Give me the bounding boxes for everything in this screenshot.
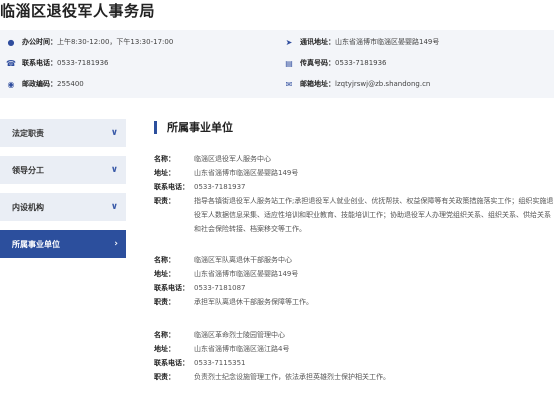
unit-address: 山东省淄博市临淄区淄江路4号: [194, 345, 290, 353]
chevron-down-icon: ∨: [110, 165, 118, 175]
unit-address-row: 地址： 山东省淄博市临淄区晏婴路149号: [154, 166, 554, 180]
unit-phone-row: 联系电话： 0533-7181937: [154, 180, 554, 194]
unit-name-row: 名称： 临淄区军队离退休干部服务中心: [154, 253, 554, 267]
phone-value: 0533-7181936: [57, 59, 109, 67]
postcode-label: 邮政编码：: [22, 80, 57, 88]
unit-name: 临淄区革命烈士陵园管理中心: [194, 331, 285, 339]
unit-phone: 0533-7181937: [194, 183, 246, 191]
email-value: lzqtyjrswj@zb.shandong.cn: [335, 80, 431, 88]
fax-row: ▤ 传真号码： 0533-7181936: [284, 54, 387, 72]
section-heading: 所属事业单位: [154, 119, 233, 135]
section-title: 所属事业单位: [167, 121, 233, 134]
unit-name: 临淄区退役军人服务中心: [194, 155, 271, 163]
location-pin-icon: ◉: [7, 79, 15, 89]
unit-address: 山东省淄博市临淄区晏婴路149号: [194, 270, 299, 278]
field-label: 联系电话：: [154, 284, 189, 292]
phone-icon: ☎: [6, 58, 16, 68]
sidebar-item-leadership[interactable]: 领导分工 ∨: [0, 156, 126, 184]
unit-phone: 0533-7115351: [194, 359, 246, 367]
unit-address-row: 地址： 山东省淄博市临淄区晏婴路149号: [154, 267, 554, 281]
contact-info-panel: ● 办公时间： 上午8:30-12:00，下午13:30-17:00 ➤ 通讯地…: [0, 30, 554, 98]
send-icon: ➤: [285, 37, 293, 47]
chevron-down-icon: ∨: [110, 202, 118, 212]
unit-card: 名称： 临淄区军队离退休干部服务中心 地址： 山东省淄博市临淄区晏婴路149号 联系…: [154, 253, 554, 309]
unit-card: 名称： 临淄区革命烈士陵园管理中心 地址： 山东省淄博市临淄区淄江路4号 联系电话：…: [154, 328, 554, 384]
office-hours-value: 上午8:30-12:00，下午13:30-17:00: [57, 38, 174, 46]
unit-phone-row: 联系电话： 0533-7181087: [154, 281, 554, 295]
office-hours-row: ● 办公时间： 上午8:30-12:00，下午13:30-17:00: [6, 33, 174, 51]
sidebar-item-label: 内设机构: [12, 202, 44, 212]
office-hours-label: 办公时间：: [22, 38, 57, 46]
printer-icon: ▤: [285, 58, 293, 68]
chevron-right-icon: ›: [114, 239, 118, 249]
chevron-down-icon: ∨: [110, 128, 118, 138]
phone-label: 联系电话：: [22, 59, 57, 67]
unit-duty-row: 职责： 承担军队离退休干部服务保障等工作。: [154, 295, 554, 309]
address-label: 通讯地址：: [300, 38, 335, 46]
field-label: 职责：: [154, 298, 175, 306]
sidebar-item-statutory-duties[interactable]: 法定职责 ∨: [0, 119, 126, 147]
address-value: 山东省淄博市临淄区晏婴路149号: [335, 38, 440, 46]
email-label: 邮箱地址：: [300, 80, 335, 88]
sidebar-item-affiliated-units[interactable]: 所属事业单位 ›: [0, 230, 126, 258]
unit-address-row: 地址： 山东省淄博市临淄区淄江路4号: [154, 342, 554, 356]
fax-label: 传真号码：: [300, 59, 335, 67]
field-label: 联系电话：: [154, 183, 189, 191]
page-title: 临淄区退役军人事务局: [0, 2, 156, 20]
field-label: 名称：: [154, 331, 175, 339]
sidebar-nav: 法定职责 ∨ 领导分工 ∨ 内设机构 ∨ 所属事业单位 ›: [0, 119, 126, 267]
unit-name-row: 名称： 临淄区退役军人服务中心: [154, 152, 554, 166]
email-row: ✉ 邮箱地址： lzqtyjrswj@zb.shandong.cn: [284, 75, 431, 93]
field-label: 地址：: [154, 345, 175, 353]
unit-name: 临淄区军队离退休干部服务中心: [194, 256, 292, 264]
unit-duty: 承担军队离退休干部服务保障等工作。: [194, 298, 313, 306]
mail-icon: ✉: [285, 79, 293, 89]
postcode-row: ◉ 邮政编码： 255400: [6, 75, 84, 93]
unit-duty: 负责烈士纪念设施管理工作，依法承担英雄烈士保护相关工作。: [194, 373, 390, 381]
field-label: 联系电话：: [154, 359, 189, 367]
address-row: ➤ 通讯地址： 山东省淄博市临淄区晏婴路149号: [284, 33, 440, 51]
field-label: 职责：: [154, 197, 175, 205]
unit-card: 名称： 临淄区退役军人服务中心 地址： 山东省淄博市临淄区晏婴路149号 联系电话：…: [154, 152, 554, 236]
phone-row: ☎ 联系电话： 0533-7181936: [6, 54, 109, 72]
unit-name-row: 名称： 临淄区革命烈士陵园管理中心: [154, 328, 554, 342]
fax-value: 0533-7181936: [335, 59, 387, 67]
field-label: 地址：: [154, 169, 175, 177]
unit-duty-row: 职责： 指导各镇街退役军人服务站工作;承担退役军人就业创业、优抚帮扶、权益保障等有…: [154, 194, 554, 236]
sidebar-item-label: 领导分工: [12, 165, 44, 175]
heading-accent-bar: [154, 120, 157, 134]
unit-phone: 0533-7181087: [194, 284, 246, 292]
sidebar-item-label: 所属事业单位: [12, 239, 60, 249]
field-label: 地址：: [154, 270, 175, 278]
sidebar-item-departments[interactable]: 内设机构 ∨: [0, 193, 126, 221]
field-label: 名称：: [154, 155, 175, 163]
unit-phone-row: 联系电话： 0533-7115351: [154, 356, 554, 370]
clock-icon: ●: [7, 37, 15, 47]
unit-duty-row: 职责： 负责烈士纪念设施管理工作，依法承担英雄烈士保护相关工作。: [154, 370, 554, 384]
sidebar-item-label: 法定职责: [12, 128, 44, 138]
field-label: 名称：: [154, 256, 175, 264]
postcode-value: 255400: [57, 80, 84, 88]
field-label: 职责：: [154, 373, 175, 381]
unit-duty: 指导各镇街退役军人服务站工作;承担退役军人就业创业、优抚帮扶、权益保障等有关政策…: [194, 197, 554, 233]
unit-address: 山东省淄博市临淄区晏婴路149号: [194, 169, 299, 177]
